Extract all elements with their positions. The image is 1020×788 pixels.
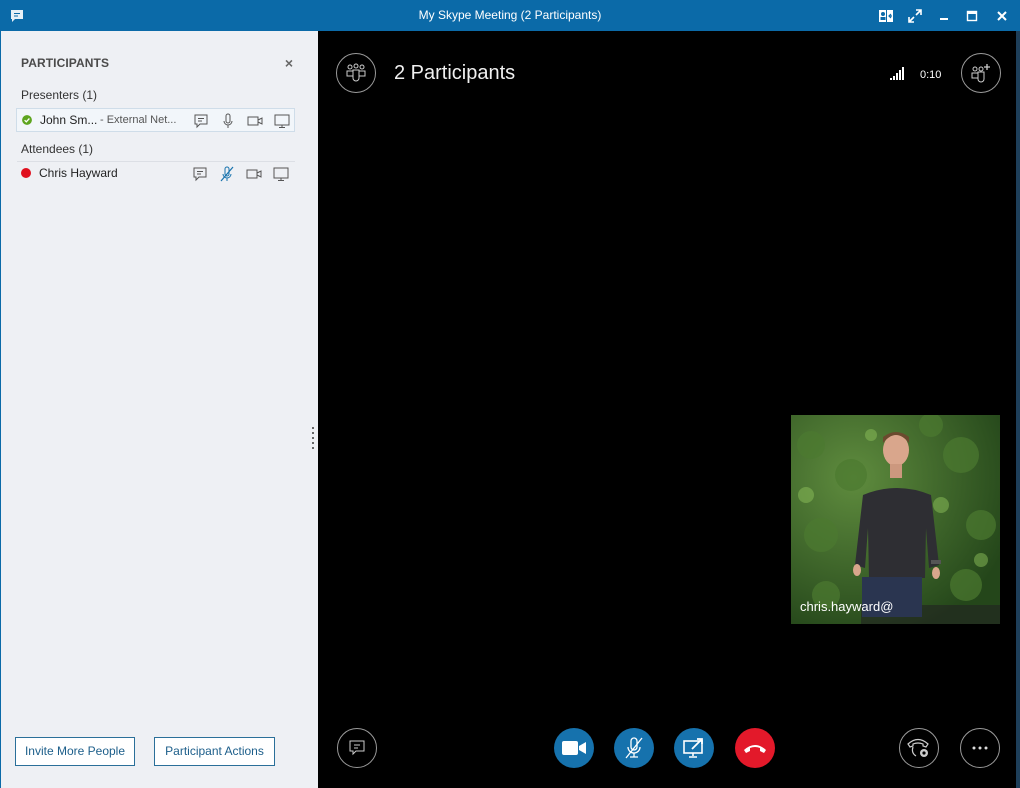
close-participants-button[interactable]: ×: [281, 55, 297, 71]
contact-card-button[interactable]: [874, 4, 898, 28]
mute-button[interactable]: [614, 728, 654, 768]
microphone-muted-icon[interactable]: [218, 165, 236, 183]
self-video-preview[interactable]: chris.hayward@: [791, 415, 1000, 624]
video-button[interactable]: [554, 728, 594, 768]
call-timer: 0:10: [920, 69, 942, 81]
add-people-icon: [971, 64, 990, 83]
more-options-button[interactable]: [960, 728, 1000, 768]
video-icon[interactable]: [245, 165, 263, 183]
add-participant-button[interactable]: [961, 53, 1001, 93]
participant-note: - External Net...: [100, 114, 177, 126]
im-button[interactable]: [337, 728, 377, 768]
meeting-stage: 2 Participants 0:10 chris.hayward@: [318, 31, 1016, 788]
im-icon[interactable]: [192, 112, 210, 130]
video-camera-icon: [562, 741, 586, 755]
expand-icon: [908, 9, 922, 23]
minimize-icon: [940, 18, 948, 20]
chat-icon: [349, 740, 365, 756]
invite-more-people-button[interactable]: Invite More People: [15, 737, 135, 766]
microphone-muted-icon: [625, 737, 643, 759]
microphone-icon[interactable]: [219, 112, 237, 130]
people-icon: [346, 63, 366, 82]
im-icon[interactable]: [191, 165, 209, 183]
pane-resize-handle[interactable]: [311, 427, 315, 453]
attendees-group-label: Attendees (1): [21, 142, 94, 156]
maximize-icon: [966, 10, 978, 22]
phone-settings-icon: [907, 738, 929, 757]
participant-actions-button[interactable]: Participant Actions: [154, 737, 275, 766]
self-view-caption: chris.hayward@: [800, 599, 894, 614]
participant-name: John Sm...: [40, 113, 98, 127]
maximize-button[interactable]: [960, 4, 984, 28]
participants-toggle-button[interactable]: [336, 53, 376, 93]
close-icon: ×: [284, 55, 294, 71]
status-busy-icon: [21, 168, 31, 178]
contact-card-icon: [879, 10, 893, 22]
participant-name: Chris Hayward: [39, 166, 118, 180]
video-feed: [791, 415, 1000, 624]
more-icon: [972, 746, 988, 750]
window-border: [1016, 31, 1020, 788]
share-screen-icon[interactable]: [272, 165, 290, 183]
share-screen-icon: [683, 738, 703, 758]
hang-up-icon: [744, 745, 766, 753]
present-button[interactable]: [674, 728, 714, 768]
close-icon: [997, 11, 1007, 21]
share-screen-icon[interactable]: [273, 112, 291, 130]
close-button[interactable]: [990, 4, 1014, 28]
status-available-icon: [22, 115, 32, 125]
full-screen-button[interactable]: [903, 4, 927, 28]
signal-strength-icon: [890, 67, 904, 80]
participant-row[interactable]: John Sm... - External Net...: [16, 108, 295, 132]
minimize-button[interactable]: [932, 4, 956, 28]
participants-count: 2 Participants: [394, 62, 516, 84]
title-bar: My Skype Meeting (2 Participants): [0, 0, 1020, 31]
call-controls-button[interactable]: [899, 728, 939, 768]
participant-row[interactable]: Chris Hayward: [16, 162, 295, 186]
presenters-group-label: Presenters (1): [21, 88, 98, 102]
participants-pane: PARTICIPANTS × Presenters (1) John Sm...…: [0, 31, 318, 788]
hang-up-button[interactable]: [735, 728, 775, 768]
video-icon[interactable]: [246, 112, 264, 130]
window-title: My Skype Meeting (2 Participants): [418, 8, 602, 22]
participants-heading: PARTICIPANTS: [21, 56, 110, 70]
